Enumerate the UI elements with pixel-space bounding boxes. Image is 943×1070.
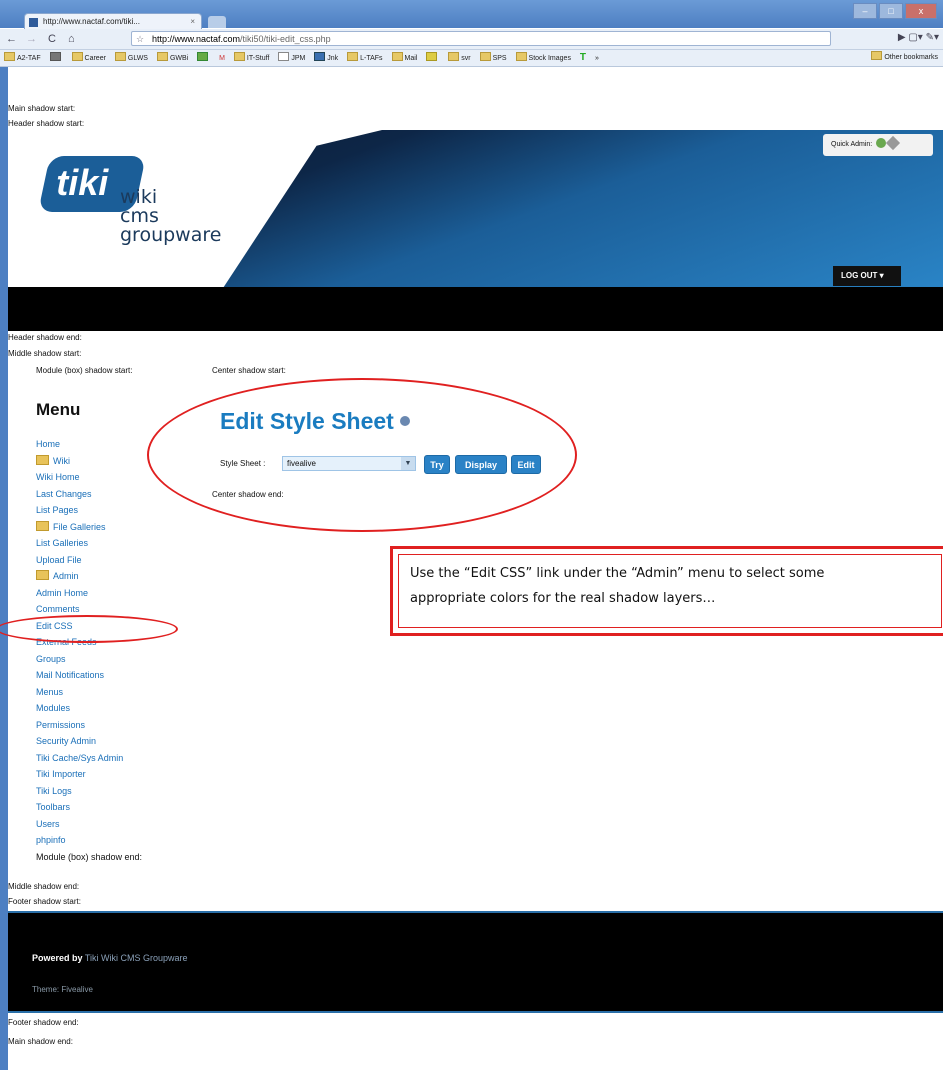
page-menu-icon[interactable]: ▶ ▢▾ ✎▾: [898, 32, 939, 43]
powered-by-label: Powered by: [32, 953, 83, 963]
header-shadow-start-label: Header shadow start:: [8, 119, 85, 128]
menu-item-permissions[interactable]: Permissions: [36, 717, 142, 734]
side-menu: Home Wiki Wiki Home Last Changes List Pa…: [36, 436, 142, 865]
callout-line-2: appropriate colors for the real shadow l…: [410, 591, 716, 606]
powered-by: Powered by Tiki Wiki CMS Groupware: [32, 953, 188, 963]
menu-item-admin[interactable]: Admin: [36, 568, 142, 585]
menu-item-wiki[interactable]: Wiki: [36, 453, 142, 470]
favicon-icon: [29, 18, 38, 27]
reload-icon[interactable]: C: [48, 32, 56, 46]
callout-text: Use the “Edit CSS” link under the “Admin…: [410, 561, 824, 611]
bookmark-item[interactable]: svr: [448, 51, 471, 66]
menu-item-list-galleries[interactable]: List Galleries: [36, 535, 142, 552]
maximize-button[interactable]: □: [879, 3, 903, 19]
logo-tagline: wiki cms groupware: [120, 188, 221, 245]
window-frame-left: [0, 67, 8, 1070]
annotation-callout: Use the “Edit CSS” link under the “Admin…: [390, 546, 943, 636]
powered-by-link[interactable]: Tiki Wiki CMS Groupware: [85, 953, 188, 963]
other-bookmarks[interactable]: Other bookmarks: [871, 50, 938, 66]
menu-item-toolbars[interactable]: Toolbars: [36, 799, 142, 816]
address-bar[interactable]: ☆ http://www.nactaf.com/tiki50/tiki-edit…: [131, 31, 831, 46]
star-icon[interactable]: ☆: [136, 32, 144, 47]
callout-line-1: Use the “Edit CSS” link under the “Admin…: [410, 566, 825, 581]
annotation-oval-edit-css: [0, 615, 178, 643]
site-header: tiki wiki cms groupware Quick Admin: LOG…: [8, 130, 943, 288]
bookmark-item[interactable]: [197, 51, 210, 66]
menu-item-file-galleries[interactable]: File Galleries: [36, 519, 142, 536]
header-shadow-end-label: Header shadow end:: [8, 333, 82, 342]
minimize-button[interactable]: –: [853, 3, 877, 19]
menu-item-tiki-logs[interactable]: Tiki Logs: [36, 783, 142, 800]
bookmark-item[interactable]: M: [219, 51, 225, 66]
bookmark-item[interactable]: GLWS: [114, 51, 148, 66]
menu-item-security-admin[interactable]: Security Admin: [36, 733, 142, 750]
menu-item-modules[interactable]: Modules: [36, 700, 142, 717]
menu-item-list-pages[interactable]: List Pages: [36, 502, 142, 519]
menu-item-mail-notifications[interactable]: Mail Notifications: [36, 667, 142, 684]
bookmark-overflow-icon[interactable]: »: [595, 51, 599, 66]
bookmark-item[interactable]: Career: [71, 51, 106, 66]
quick-admin: Quick Admin:: [823, 134, 933, 156]
site-footer: Powered by Tiki Wiki CMS Groupware Theme…: [8, 911, 943, 1013]
footer-shadow-start-label: Footer shadow start:: [8, 897, 81, 906]
menu-item-groups[interactable]: Groups: [36, 651, 142, 668]
menu-item-last-changes[interactable]: Last Changes: [36, 486, 142, 503]
menu-item-wiki-home[interactable]: Wiki Home: [36, 469, 142, 486]
tab-title: http://www.nactaf.com/tiki...: [43, 17, 140, 26]
module-shadow-end-label: Module (box) shadow end:: [36, 851, 143, 862]
bookmark-item[interactable]: A2-TAF: [4, 51, 41, 66]
bookmark-item[interactable]: L-TAFs: [347, 51, 383, 66]
bookmark-item[interactable]: SPS: [479, 51, 507, 66]
tab-close-icon[interactable]: ×: [190, 14, 195, 30]
module-shadow-start-label: Module (box) shadow start:: [36, 366, 133, 375]
browser-tab[interactable]: http://www.nactaf.com/tiki... ×: [24, 13, 202, 30]
menu-item-users[interactable]: Users: [36, 816, 142, 833]
top-nav-bar: [8, 287, 943, 331]
window-controls: – □ x: [853, 3, 937, 19]
logo-tiki-text: tiki: [56, 162, 109, 203]
bookmark-item[interactable]: IT-Stuff: [233, 51, 269, 66]
theme-label: Theme: Fivealive: [32, 985, 93, 994]
menu-item-upload-file[interactable]: Upload File: [36, 552, 142, 569]
center-shadow-start-label: Center shadow start:: [212, 366, 286, 375]
menu-item-tiki-cache[interactable]: Tiki Cache/Sys Admin: [36, 750, 142, 767]
bookmark-item[interactable]: [426, 51, 439, 66]
quick-admin-label: Quick Admin:: [831, 141, 873, 148]
menu-item-phpinfo[interactable]: phpinfo: [36, 832, 142, 849]
new-tab-button[interactable]: [208, 16, 226, 28]
close-window-button[interactable]: x: [905, 3, 937, 19]
main-shadow-start-label: Main shadow start:: [8, 104, 76, 113]
refresh-icon[interactable]: [876, 138, 887, 148]
bookmark-item[interactable]: Mail: [391, 51, 417, 66]
wrench-icon[interactable]: [886, 135, 901, 151]
menu-item-menus[interactable]: Menus: [36, 684, 142, 701]
window-titlebar: http://www.nactaf.com/tiki... × – □ x: [0, 0, 943, 30]
menu-title: Menu: [36, 400, 81, 419]
url-path: /tiki50/tiki-edit_css.php: [240, 34, 331, 44]
menu-item-admin-home[interactable]: Admin Home: [36, 585, 142, 602]
browser-toolbar: ← → C ⌂ ☆ http://www.nactaf.com/tiki50/t…: [0, 29, 943, 50]
footer-shadow-end-label: Footer shadow end:: [8, 1018, 79, 1027]
bookmarks-bar: A2-TAF Career GLWS GWBi M IT-Stuff JPM J…: [0, 50, 943, 67]
main-shadow-end-label: Main shadow end:: [8, 1037, 73, 1046]
middle-shadow-end-label: Middle shadow end:: [8, 882, 80, 891]
bookmark-item[interactable]: [49, 51, 63, 66]
bookmark-item[interactable]: Jnk: [314, 51, 338, 66]
menu-item-tiki-importer[interactable]: Tiki Importer: [36, 766, 142, 783]
home-icon[interactable]: ⌂: [68, 32, 75, 46]
url-host: http://www.nactaf.com: [152, 34, 241, 44]
middle-shadow-start-label: Middle shadow start:: [8, 349, 82, 358]
forward-arrow-icon[interactable]: →: [26, 32, 37, 46]
back-arrow-icon[interactable]: ←: [6, 32, 17, 46]
logo-line-groupware: groupware: [120, 224, 222, 246]
bookmark-item[interactable]: JPM: [278, 51, 305, 66]
logout-button[interactable]: LOG OUT ▾: [833, 266, 901, 286]
bookmark-item[interactable]: Stock Images: [515, 51, 571, 66]
bookmark-item[interactable]: GWBi: [156, 51, 188, 66]
menu-item-home[interactable]: Home: [36, 436, 142, 453]
bookmark-item[interactable]: T: [580, 50, 586, 66]
annotation-oval-title: [147, 378, 577, 532]
